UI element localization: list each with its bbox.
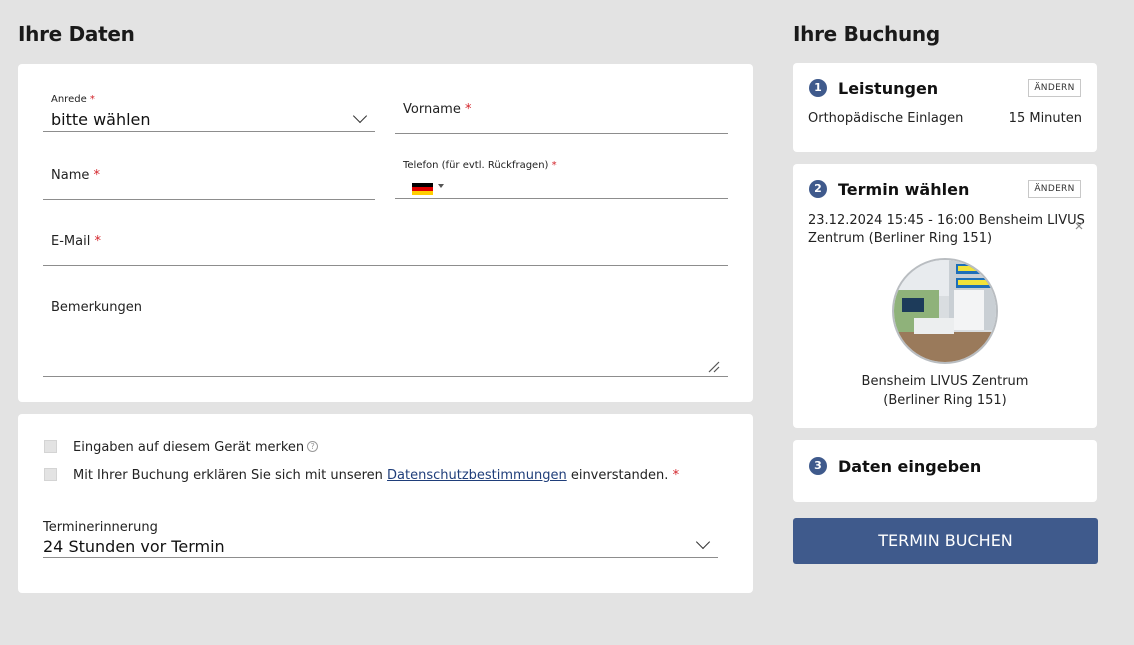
salutation-select[interactable]: Anrede * bitte wählen: [43, 92, 375, 132]
enter-data-title: Daten eingeben: [838, 457, 982, 476]
service-duration: 15 Minuten: [1008, 111, 1082, 126]
location-name: Bensheim LIVUS Zentrum (Berliner Ring 151…: [861, 374, 1029, 408]
salutation-label: Anrede *: [51, 94, 95, 105]
location-photo: [892, 258, 998, 364]
book-appointment-button[interactable]: TERMIN BUCHEN: [793, 518, 1098, 564]
remember-label: Eingaben auf diesem Gerät merken?: [73, 440, 319, 455]
step-number-badge: 1: [809, 79, 827, 97]
change-appointment-button[interactable]: ÄNDERN: [1028, 180, 1081, 198]
step-number-badge: 2: [809, 180, 827, 198]
last-name-label: Name *: [51, 168, 100, 183]
services-card: 1 Leistungen ÄNDERN Orthopädische Einlag…: [793, 63, 1097, 152]
reminder-value: 24 Stunden vor Termin: [43, 537, 225, 556]
enter-data-card: 3 Daten eingeben: [793, 440, 1097, 502]
close-icon[interactable]: [1075, 215, 1083, 230]
info-icon[interactable]: ?: [307, 441, 319, 452]
personal-data-card: Anrede * bitte wählen Vorname * Name * T…: [18, 64, 753, 402]
privacy-consent-checkbox[interactable]: [44, 468, 57, 481]
appointment-card: 2 Termin wählen ÄNDERN 23.12.2024 15:45 …: [793, 164, 1097, 428]
phone-input[interactable]: Telefon (für evtl. Rückfragen) *: [395, 158, 728, 199]
remarks-label: Bemerkungen: [51, 300, 143, 315]
privacy-policy-link[interactable]: Datenschutzbestimmungen: [387, 468, 567, 483]
service-name: Orthopädische Einlagen: [808, 111, 964, 126]
section-title-your-data: Ihre Daten: [18, 22, 135, 46]
services-title: Leistungen: [838, 79, 939, 98]
appointment-title: Termin wählen: [838, 180, 970, 199]
last-name-input[interactable]: Name *: [43, 158, 375, 200]
step-number-badge: 3: [809, 457, 827, 475]
resize-handle-icon[interactable]: [708, 358, 720, 373]
first-name-label: Vorname *: [403, 102, 472, 117]
appointment-details: 23.12.2024 15:45 - 16:00 Bensheim LIVUS Z…: [808, 213, 1085, 246]
country-flag-icon[interactable]: [412, 180, 433, 195]
options-card: Eingaben auf diesem Gerät merken? Mit Ih…: [18, 414, 753, 593]
salutation-value: bitte wählen: [51, 110, 151, 129]
reminder-select[interactable]: Terminerinnerung 24 Stunden vor Termin: [43, 520, 718, 558]
email-input[interactable]: E-Mail *: [43, 224, 728, 266]
caret-down-icon[interactable]: [438, 184, 444, 188]
remember-checkbox[interactable]: [44, 440, 57, 453]
reminder-label: Terminerinnerung: [43, 520, 158, 535]
first-name-input[interactable]: Vorname *: [395, 92, 728, 134]
privacy-consent-label: Mit Ihrer Buchung erklären Sie sich mit …: [73, 468, 680, 483]
chevron-down-icon: [695, 534, 711, 550]
chevron-down-icon: [352, 108, 368, 124]
email-label: E-Mail *: [51, 234, 101, 249]
change-services-button[interactable]: ÄNDERN: [1028, 79, 1081, 97]
section-title-your-booking: Ihre Buchung: [793, 22, 940, 46]
remarks-textarea[interactable]: Bemerkungen: [43, 290, 728, 377]
phone-label: Telefon (für evtl. Rückfragen) *: [403, 160, 557, 171]
